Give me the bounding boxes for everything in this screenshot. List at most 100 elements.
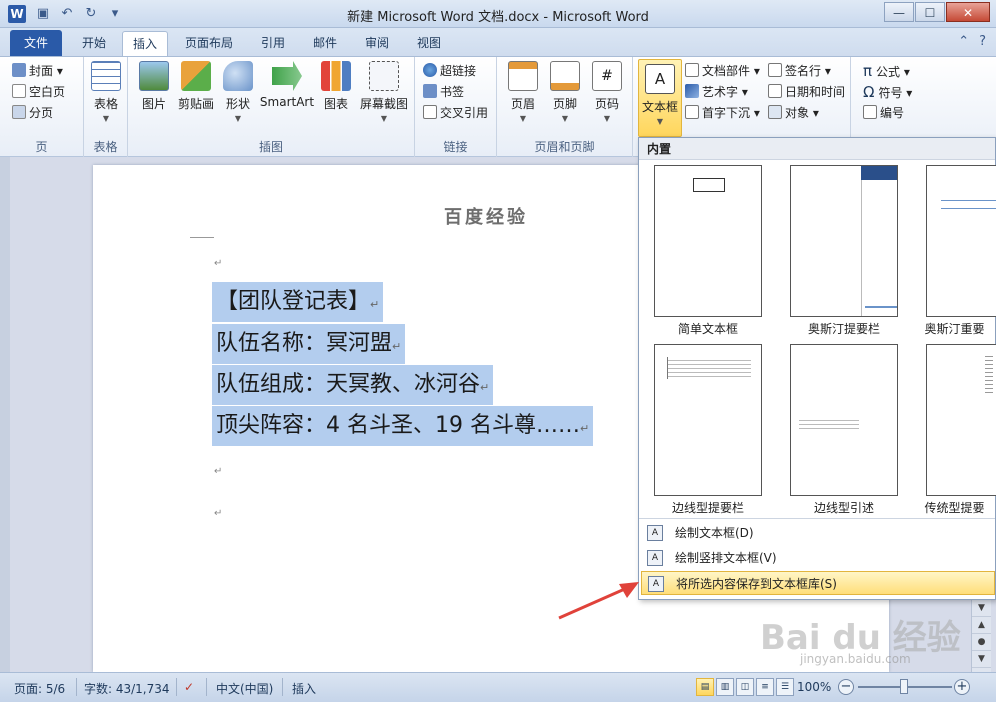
gallery-label: 边线型引述 [813,501,874,515]
bookmark-button[interactable]: 书签 [423,82,464,102]
tab-mailings[interactable]: 邮件 [302,31,348,56]
scroll-down-arrow-icon[interactable]: ▼ [972,600,991,617]
page-number-icon: # [592,61,622,91]
maximize-button[interactable]: ☐ [915,2,945,22]
gallery-item-edge-sidebar[interactable] [654,344,762,496]
proofing-icon[interactable]: ✓ [184,680,194,694]
status-insert-mode[interactable]: 插入 [292,680,316,697]
tab-references[interactable]: 引用 [250,31,296,56]
draw-vertical-textbox-menu-item[interactable]: A 绘制竖排文本框(V) [641,546,995,570]
tab-insert[interactable]: 插入 [122,31,168,56]
status-bar: 页面: 5/6 字数: 43/1,734 ✓ 中文(中国) 插入 ▤ ▥ ◫ ≡… [0,672,996,702]
close-button[interactable]: ✕ [946,2,990,22]
page-number-button[interactable]: # 页码 ▼ [589,61,625,123]
chart-button[interactable]: 图表 [318,61,354,112]
date-time-button[interactable]: 日期和时间 [768,82,845,102]
group-label-links: 链接 [443,140,468,154]
web-layout-icon[interactable]: ◫ [736,678,754,696]
minimize-button[interactable]: — [884,2,914,22]
thumb-traditional-lines [985,353,993,393]
picture-button[interactable]: 图片 [136,61,172,112]
draw-vertical-textbox-icon: A [647,550,663,566]
quick-parts-button[interactable]: 文档部件 ▾ [685,61,760,81]
globe-link-icon [423,63,437,77]
previous-page-icon[interactable]: ▲ [972,617,991,634]
textbox-button[interactable]: A 文本框 ▼ [638,59,682,137]
object-button[interactable]: 对象 ▾ [768,103,819,123]
tab-view[interactable]: 视图 [406,31,452,56]
gallery-item-traditional-sidebar[interactable] [926,344,996,496]
selected-line-3[interactable]: 队伍组成：天冥教、冰河谷↵ [212,365,494,405]
help-icon[interactable]: ? [979,34,986,49]
status-language[interactable]: 中文(中国) [216,680,273,697]
paragraph-mark: ↵ [214,258,223,269]
zoom-in-icon[interactable]: + [954,679,970,695]
tab-file[interactable]: 文件 [10,30,62,56]
blank-page-button[interactable]: 空白页 [12,82,65,102]
gallery-item-simple-textbox[interactable] [654,165,762,317]
symbol-button[interactable]: Ω 符号 ▾ [863,82,912,102]
outline-view-icon[interactable]: ≡ [756,678,774,696]
tab-review[interactable]: 审阅 [354,31,400,56]
wordart-button[interactable]: 艺术字 ▾ [685,82,748,102]
zoom-slider-handle[interactable] [900,679,908,694]
cross-reference-button[interactable]: 交叉引用 [423,103,488,123]
numbering-button[interactable]: 编号 [863,103,904,123]
thumb-edge-lines [667,357,751,379]
signature-line-button[interactable]: 签名行 ▾ [768,61,831,81]
save-to-gallery-icon: A [648,576,664,592]
page-break-button[interactable]: 分页 [12,103,53,123]
group-header-footer: 页眉 ▼ 页脚 ▼ # 页码 ▼ 页眉和页脚 [497,57,633,157]
smartart-button[interactable]: SmartArt [258,61,316,109]
vertical-scrollbar[interactable]: ▼ ▲ ● ▼ [971,600,991,672]
status-page-count[interactable]: 页面: 5/6 [14,680,65,697]
zoom-level[interactable]: 100% [797,680,831,694]
selected-line-1[interactable]: 【团队登记表】↵ [212,282,384,322]
equation-button[interactable]: π 公式 ▾ [863,61,910,81]
gallery-section-header: 内置 [639,138,995,160]
numbering-icon [863,105,877,119]
footer-button[interactable]: 页脚 ▼ [547,61,583,123]
screenshot-button[interactable]: 屏幕截图 ▼ [356,61,412,123]
thumb-quote-line [941,200,996,201]
full-screen-reading-icon[interactable]: ▥ [716,678,734,696]
gallery-item-austin-sidebar[interactable] [790,165,898,317]
group-illustrations: 图片 剪贴画 形状 ▼ SmartArt 图表 屏幕截图 ▼ 插图 [128,57,415,157]
ribbon-right-controls: ⌃ ? [958,34,986,49]
draw-textbox-menu-item[interactable]: A 绘制文本框(D) [641,521,995,545]
tab-page-layout[interactable]: 页面布局 [176,31,242,56]
cover-page-button[interactable]: 封面 ▾ [12,61,63,81]
header-icon [508,61,538,91]
shapes-button[interactable]: 形状 ▼ [220,61,256,123]
next-page-icon[interactable]: ▼ [972,651,991,668]
margin-corner-mark [190,236,214,238]
paragraph-mark: ↵ [214,508,223,519]
print-layout-view-icon[interactable]: ▤ [696,678,714,696]
gallery-item-austin-quote[interactable] [926,165,996,317]
selected-line-2[interactable]: 队伍名称：冥河盟↵ [212,324,406,364]
status-word-count[interactable]: 字数: 43/1,734 [84,680,170,697]
vertical-ruler [0,157,10,672]
clipart-button[interactable]: 剪贴画 [176,61,216,112]
group-label-header-footer: 页眉和页脚 [534,140,595,154]
selected-line-4[interactable]: 顶尖阵容：4 名斗圣、19 名斗尊……↵ [212,406,594,446]
wordart-icon [685,84,699,98]
tab-home[interactable]: 开始 [70,31,118,56]
status-separator [206,678,207,696]
zoom-out-icon[interactable]: − [838,679,854,695]
gallery-item-edge-quote[interactable] [790,344,898,496]
hyperlink-button[interactable]: 超链接 [423,61,476,81]
browse-object-icon[interactable]: ● [972,634,991,651]
page-break-icon [12,105,26,119]
calendar-icon [768,84,782,98]
drop-cap-button[interactable]: 首字下沉 ▾ [685,103,760,123]
save-selection-to-gallery-menu-item[interactable]: A 将所选内容保存到文本框库(S) [641,571,995,595]
textbox-gallery-dropdown: 内置 简单文本框 奥斯汀提要栏 奥斯汀重要 边线型提要栏 边线型引述 传统型提要… [638,137,996,600]
quick-parts-icon [685,63,699,77]
draft-view-icon[interactable]: ☰ [776,678,794,696]
table-button[interactable]: 表格 ▼ [88,61,124,123]
minimize-ribbon-icon[interactable]: ⌃ [958,34,969,49]
picture-icon [139,61,169,91]
header-button[interactable]: 页眉 ▼ [505,61,541,123]
gallery-label: 传统型提要 [924,501,985,515]
